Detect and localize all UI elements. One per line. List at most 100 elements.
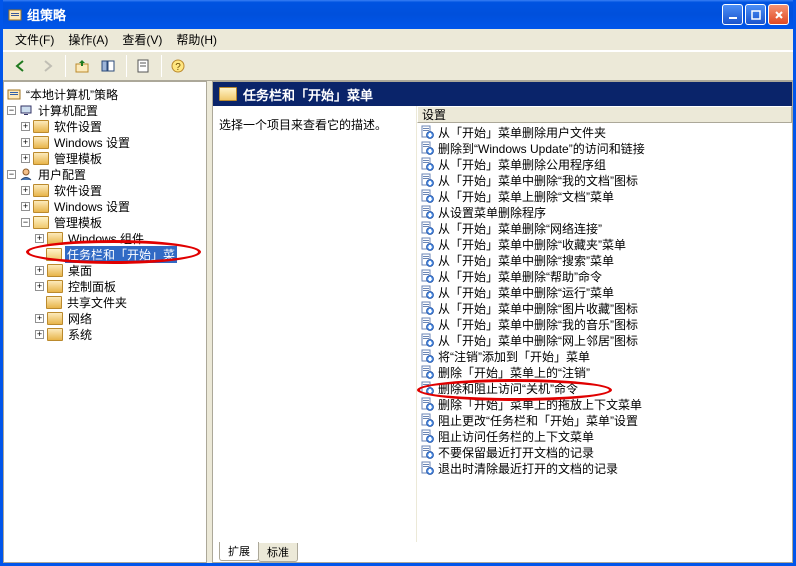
policy-row[interactable]: 阻止访问任务栏的上下文菜单 (417, 428, 792, 444)
policy-row[interactable]: 从「开始」菜单中删除“运行”菜单 (417, 284, 792, 300)
tree-item[interactable]: +软件设置 (4, 182, 206, 198)
folder-open-icon (33, 216, 49, 229)
tree-item[interactable]: +管理模板 (4, 150, 206, 166)
properties-button[interactable] (131, 54, 155, 78)
window-title: 组策略 (27, 5, 722, 24)
policy-row[interactable]: 从「开始」菜单中删除“图片收藏”图标 (417, 300, 792, 316)
policy-icon (419, 156, 435, 172)
expand-icon[interactable]: + (21, 154, 30, 163)
policy-row[interactable]: 从设置菜单删除程序 (417, 204, 792, 220)
policy-icon (419, 300, 435, 316)
policy-row[interactable]: 将“注销”添加到「开始」菜单 (417, 348, 792, 364)
policy-label: 从「开始」菜单删除“网络连接” (438, 220, 602, 237)
expand-icon[interactable]: + (21, 122, 30, 131)
tree-item[interactable]: +桌面 (4, 262, 206, 278)
expand-icon[interactable]: + (35, 234, 44, 243)
collapse-icon[interactable]: − (21, 218, 30, 227)
policy-label: 阻止更改“任务栏和「开始」菜单”设置 (438, 412, 638, 429)
tree-item[interactable]: +控制面板 (4, 278, 206, 294)
maximize-button[interactable] (745, 4, 766, 25)
folder-open-icon (219, 87, 237, 101)
tree-taskbar-startmenu[interactable]: 任务栏和「开始」菜 (4, 246, 206, 262)
policy-icon (419, 236, 435, 252)
menu-view[interactable]: 查看(V) (116, 29, 168, 50)
title-bar: 组策略 (3, 0, 793, 29)
expand-icon[interactable]: + (21, 186, 30, 195)
expand-icon[interactable]: + (21, 138, 30, 147)
expand-icon[interactable]: + (21, 202, 30, 211)
policy-row[interactable]: 从「开始」菜单中删除“收藏夹”菜单 (417, 236, 792, 252)
policy-icon (419, 204, 435, 220)
expand-icon[interactable]: + (35, 266, 44, 275)
expand-icon[interactable]: + (35, 330, 44, 339)
tree-item[interactable]: +Windows 设置 (4, 198, 206, 214)
policy-row[interactable]: 从「开始」菜单删除用户文件夹 (417, 124, 792, 140)
folder-icon (47, 312, 63, 325)
tree-user-config[interactable]: −用户配置 (4, 166, 206, 182)
collapse-icon[interactable]: − (7, 106, 16, 115)
forward-button[interactable] (35, 54, 59, 78)
back-button[interactable] (9, 54, 33, 78)
policy-icon (419, 188, 435, 204)
policy-row[interactable]: 删除到“Windows Update”的访问和链接 (417, 140, 792, 156)
policy-row[interactable]: 从「开始」菜单中删除“我的音乐”图标 (417, 316, 792, 332)
help-button[interactable]: ? (166, 54, 190, 78)
tree-computer-config[interactable]: −计算机配置 (4, 102, 206, 118)
policy-icon (419, 396, 435, 412)
view-tabs: 扩展 标准 (213, 542, 792, 562)
menu-bar: 文件(F) 操作(A) 查看(V) 帮助(H) (3, 29, 793, 51)
menu-action[interactable]: 操作(A) (62, 29, 114, 50)
tree-item[interactable]: +网络 (4, 310, 206, 326)
policy-list[interactable]: 设置 从「开始」菜单删除用户文件夹删除到“Windows Update”的访问和… (417, 106, 792, 542)
tree-item[interactable]: +Windows 组件 (4, 230, 206, 246)
policy-icon (419, 140, 435, 156)
minimize-button[interactable] (722, 4, 743, 25)
policy-label: 从设置菜单删除程序 (438, 204, 546, 221)
tree-item[interactable]: −管理模板 (4, 214, 206, 230)
policy-row[interactable]: 删除「开始」菜单上的拖放上下文菜单 (417, 396, 792, 412)
policy-row[interactable]: 从「开始」菜单中删除“网上邻居”图标 (417, 332, 792, 348)
tab-standard[interactable]: 标准 (258, 543, 298, 562)
collapse-icon[interactable]: − (7, 170, 16, 179)
menu-file[interactable]: 文件(F) (9, 29, 60, 50)
policy-row[interactable]: 从「开始」菜单删除公用程序组 (417, 156, 792, 172)
policy-icon (419, 428, 435, 444)
policy-row[interactable]: 从「开始」菜单删除“网络连接” (417, 220, 792, 236)
folder-icon (33, 136, 49, 149)
policy-row[interactable]: 从「开始」菜单删除“帮助”命令 (417, 268, 792, 284)
tree-item[interactable]: +系统 (4, 326, 206, 342)
tree-pane[interactable]: “本地计算机”策略 −计算机配置 +软件设置 +Windows 设置 +管理模板… (3, 81, 207, 563)
policy-icon (419, 252, 435, 268)
policy-icon (419, 444, 435, 460)
policy-icon (419, 316, 435, 332)
menu-help[interactable]: 帮助(H) (170, 29, 223, 50)
tree-root[interactable]: “本地计算机”策略 (4, 86, 206, 102)
expand-icon[interactable]: + (35, 314, 44, 323)
policy-label: 从「开始」菜单中删除“网上邻居”图标 (438, 332, 638, 349)
toolbar: ? (3, 51, 793, 81)
tab-extended[interactable]: 扩展 (219, 542, 259, 561)
policy-icon (419, 460, 435, 476)
policy-row[interactable]: 从「开始」菜单上删除“文档”菜单 (417, 188, 792, 204)
policy-label: 删除到“Windows Update”的访问和链接 (438, 140, 645, 157)
policy-icon (419, 268, 435, 284)
policy-row[interactable]: 阻止更改“任务栏和「开始」菜单”设置 (417, 412, 792, 428)
policy-row[interactable]: 删除「开始」菜单上的“注销” (417, 364, 792, 380)
column-header-setting[interactable]: 设置 (417, 106, 792, 123)
policy-label: 删除「开始」菜单上的“注销” (438, 364, 590, 381)
expand-icon[interactable]: + (35, 282, 44, 291)
tree-item[interactable]: 共享文件夹 (4, 294, 206, 310)
policy-row[interactable]: 从「开始」菜单中删除“我的文档”图标 (417, 172, 792, 188)
policy-row[interactable]: 不要保留最近打开文档的记录 (417, 444, 792, 460)
close-button[interactable] (768, 4, 789, 25)
folder-icon (33, 200, 49, 213)
tree-item[interactable]: +Windows 设置 (4, 134, 206, 150)
policy-label: 从「开始」菜单删除“帮助”命令 (438, 268, 602, 285)
policy-row[interactable]: 退出时清除最近打开的文档的记录 (417, 460, 792, 476)
up-button[interactable] (70, 54, 94, 78)
policy-row[interactable]: 删除和阻止访问“关机”命令 (417, 380, 792, 396)
show-hide-tree-button[interactable] (96, 54, 120, 78)
policy-row[interactable]: 从「开始」菜单中删除“搜索”菜单 (417, 252, 792, 268)
policy-label: 从「开始」菜单中删除“我的文档”图标 (438, 172, 638, 189)
tree-item[interactable]: +软件设置 (4, 118, 206, 134)
